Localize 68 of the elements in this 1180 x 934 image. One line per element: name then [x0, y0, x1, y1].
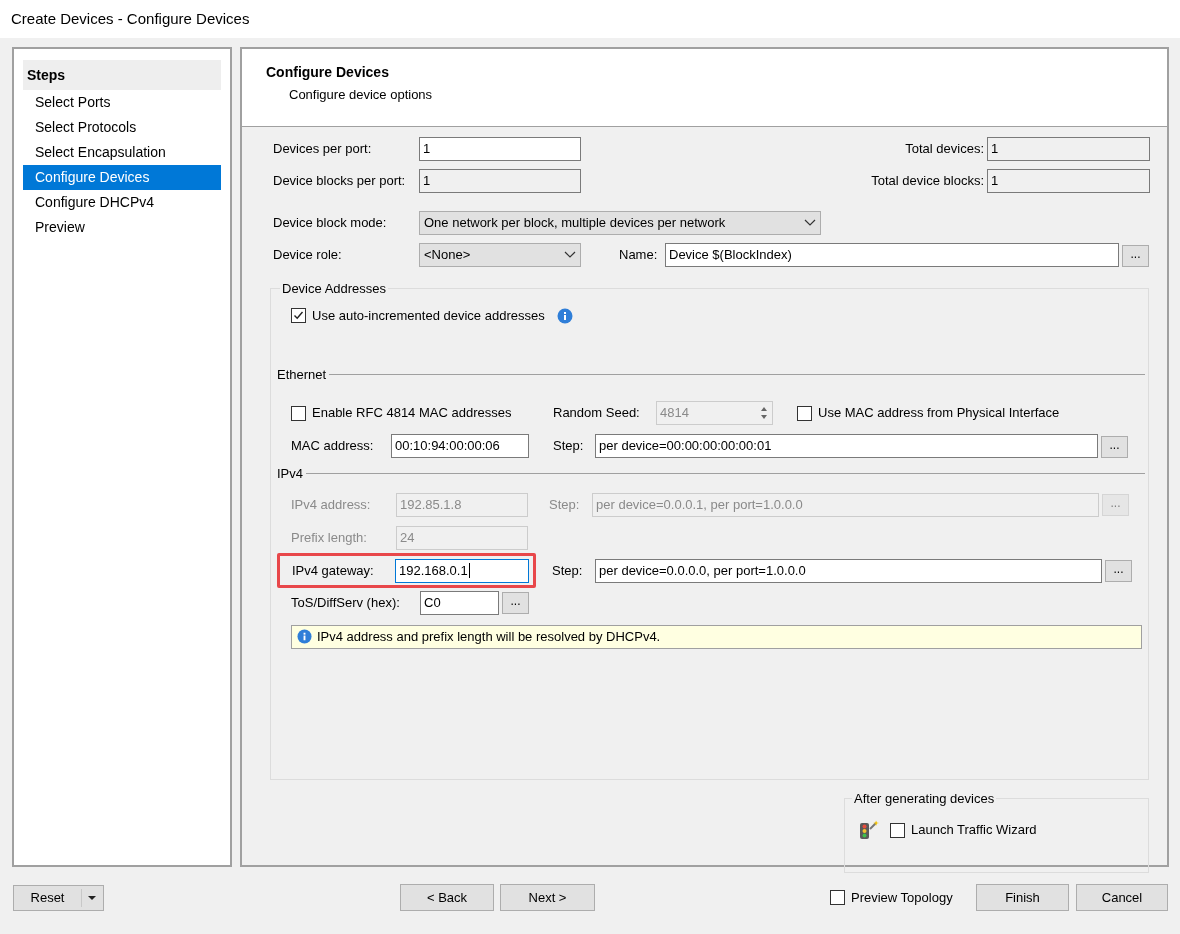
- field-label: IPv4 address:: [291, 495, 372, 514]
- chevron-down-icon: [804, 219, 816, 227]
- checkbox[interactable]: [830, 890, 845, 905]
- field-label: Step:: [549, 495, 581, 514]
- field-label: MAC address:: [291, 437, 375, 456]
- input-field[interactable]: 1: [987, 137, 1150, 161]
- field-label: Device blocks per port:: [273, 172, 407, 191]
- field-label: Device role:: [273, 246, 343, 265]
- checkbox[interactable]: [291, 405, 306, 421]
- browse-button[interactable]: ...: [1122, 244, 1149, 267]
- steps-heading: Steps: [23, 60, 221, 90]
- text-cursor: [468, 563, 470, 578]
- field-label: Devices per port:: [273, 140, 373, 159]
- checkbox-label: Launch Traffic Wizard: [911, 821, 1037, 840]
- step-item[interactable]: Select Protocols: [23, 115, 221, 140]
- field-label: Total devices:: [905, 140, 984, 159]
- dropdown[interactable]: One network per block, multiple devices per network: [419, 211, 821, 235]
- checkbox-label: Use auto-incremented device addresses: [312, 307, 545, 325]
- dialog-button[interactable]: < Back: [400, 884, 494, 911]
- step-item[interactable]: Configure DHCPv4: [23, 190, 221, 215]
- checkbox[interactable]: [890, 822, 905, 838]
- step-item[interactable]: Select Encapsulation: [23, 140, 221, 165]
- reset-split-button[interactable]: Reset: [13, 884, 104, 911]
- checkbox-label: Preview Topology: [851, 888, 953, 907]
- step-item[interactable]: Preview: [23, 215, 221, 240]
- info-icon: [297, 629, 312, 644]
- browse-button[interactable]: ...: [1101, 435, 1128, 458]
- input-field[interactable]: per device=0.0.0.0, per port=1.0.0.0: [595, 558, 1102, 583]
- dialog-button[interactable]: Finish: [976, 884, 1069, 911]
- checkbox[interactable]: [797, 405, 812, 421]
- section-heading: Ethernet: [277, 365, 327, 384]
- step-item[interactable]: Configure Devices: [23, 165, 221, 190]
- checkbox-label: Enable RFC 4814 MAC addresses: [312, 404, 512, 423]
- input-field[interactable]: 1: [419, 169, 581, 193]
- section-heading: IPv4: [277, 465, 303, 483]
- step-item[interactable]: Select Ports: [23, 90, 221, 115]
- input-field[interactable]: C0: [420, 590, 499, 615]
- input-field[interactable]: 1: [419, 137, 581, 161]
- field-label: Random Seed:: [553, 404, 641, 423]
- dropdown[interactable]: <None>: [419, 243, 581, 267]
- input-field[interactable]: Device $(BlockIndex): [665, 243, 1119, 267]
- info-message: IPv4 address and prefix length will be resolved by DHCPv4.: [317, 627, 661, 646]
- reset-button[interactable]: Reset: [14, 888, 82, 907]
- input-field[interactable]: 192.168.0.1: [395, 558, 529, 583]
- field-label: IPv4 gateway:: [292, 561, 375, 580]
- info-icon: [556, 307, 573, 324]
- dialog-button[interactable]: Cancel: [1076, 884, 1168, 911]
- field-label: Device block mode:: [273, 214, 388, 233]
- page-subtitle: Configure device options: [288, 86, 434, 104]
- browse-button[interactable]: ...: [502, 592, 529, 614]
- field-label: Prefix length:: [291, 528, 368, 547]
- dialog-button[interactable]: Next >: [500, 884, 595, 911]
- browse-button[interactable]: ...: [1105, 560, 1132, 582]
- input-field[interactable]: 00:10:94:00:00:06: [391, 434, 529, 458]
- page-title: Configure Devices: [266, 63, 390, 82]
- field-label: Total device blocks:: [871, 172, 984, 191]
- checkmark-icon: [293, 310, 304, 322]
- field-label: Step:: [553, 437, 585, 456]
- input-field[interactable]: per device=00:00:00:00:00:01: [595, 434, 1098, 458]
- field-label: Step:: [552, 561, 584, 580]
- checkbox-label: Use MAC address from Physical Interface: [818, 404, 1060, 423]
- checkbox[interactable]: [291, 308, 306, 324]
- window-title: Create Devices - Configure Devices: [11, 8, 250, 29]
- field-label: ToS/DiffServ (hex):: [291, 593, 401, 612]
- chevron-down-icon: [564, 251, 576, 259]
- input-field[interactable]: 1: [987, 169, 1150, 193]
- field-label: Name:: [619, 246, 659, 265]
- traffic-light-icon: [858, 820, 879, 840]
